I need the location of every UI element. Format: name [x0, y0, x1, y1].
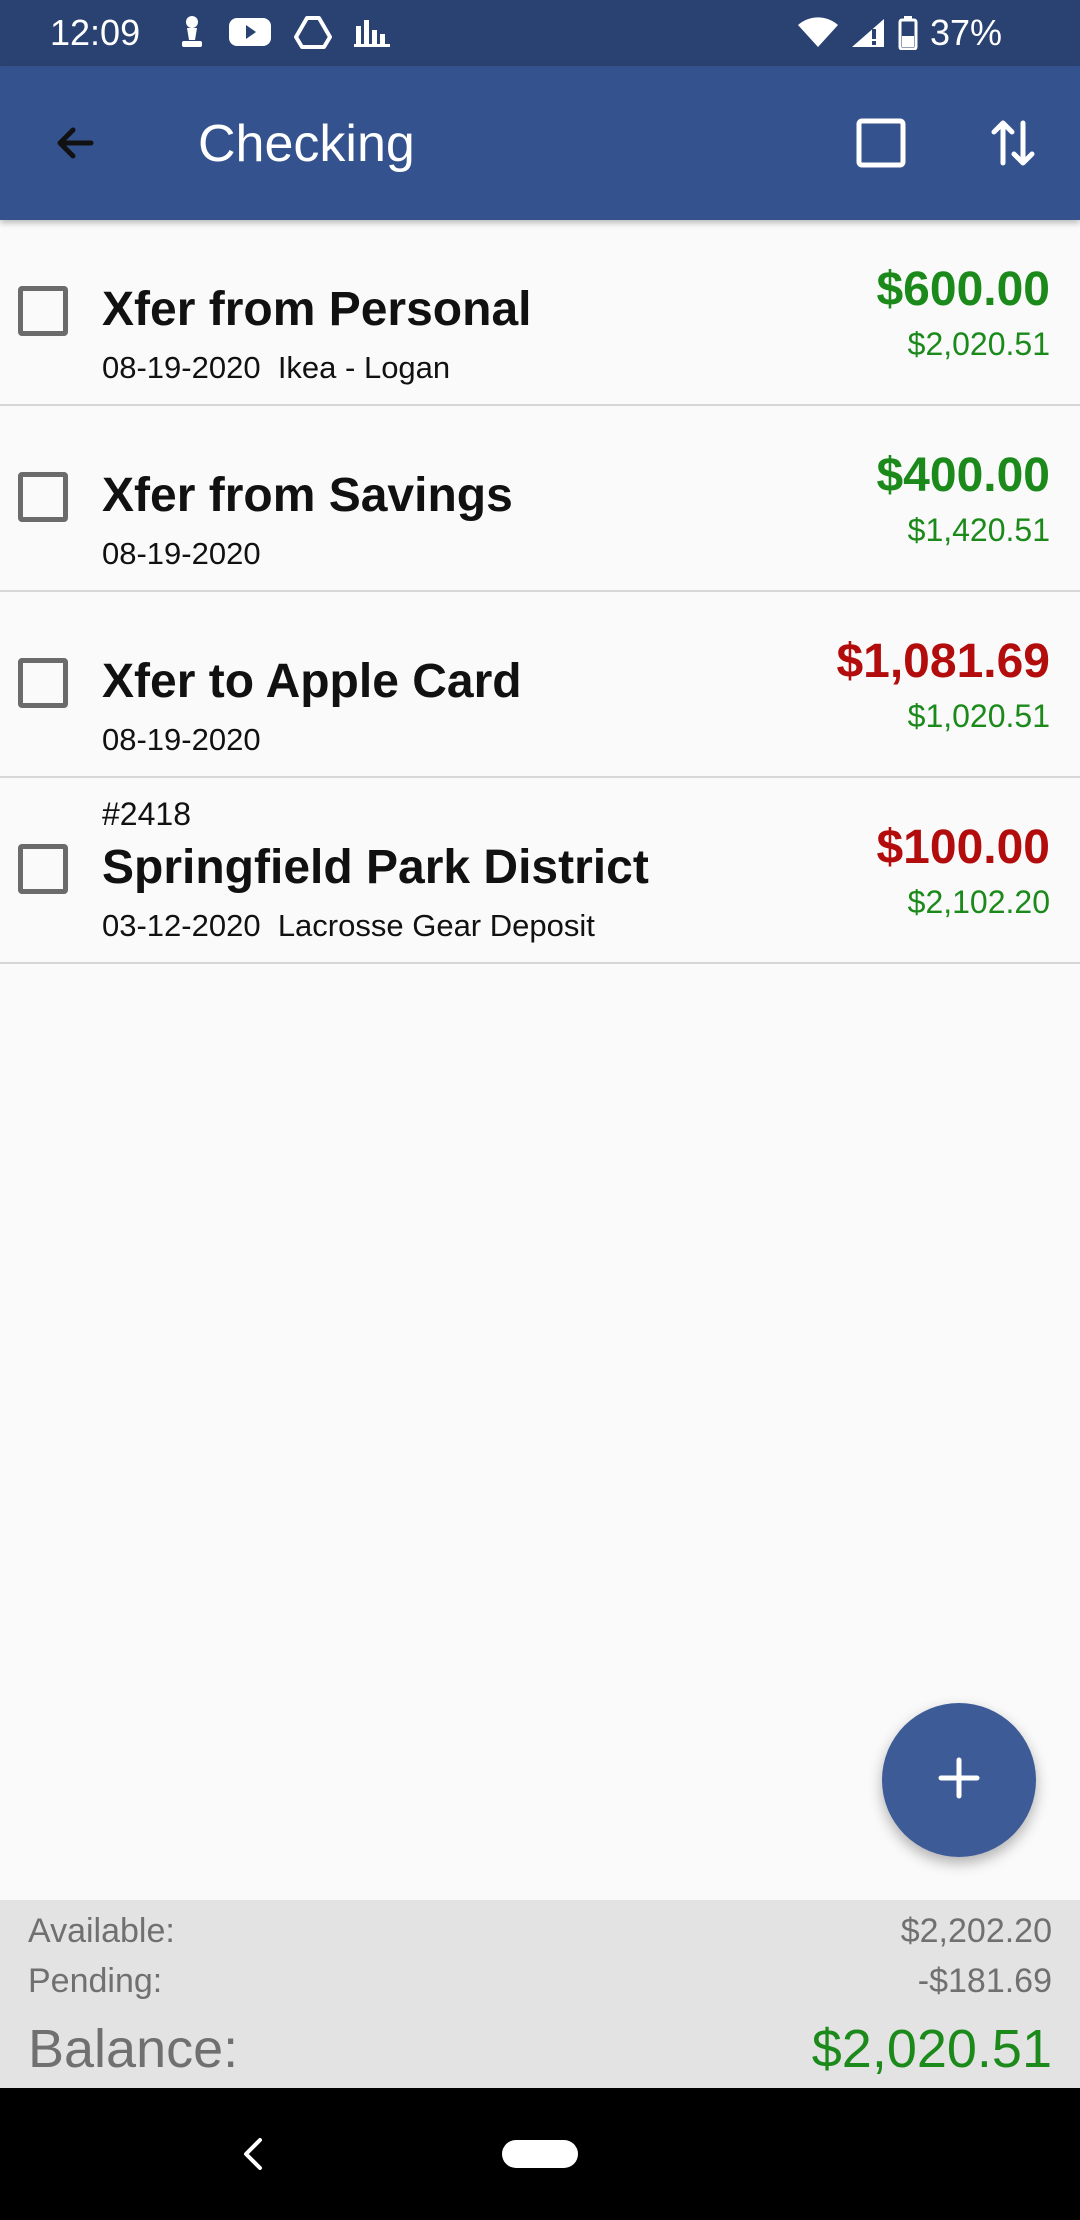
transaction-date: 08-19-2020	[102, 536, 261, 571]
transaction-list: Xfer from Personal 08-19-2020 Ikea - Log…	[0, 220, 1080, 964]
home-pill[interactable]	[502, 2140, 578, 2168]
wifi-icon	[797, 17, 838, 49]
running-balance: $2,102.20	[907, 884, 1050, 920]
balance-value: $2,020.51	[811, 2019, 1052, 2079]
pending-value: -$181.69	[917, 1962, 1052, 2000]
status-bar: 12:09 37%	[0, 0, 1080, 66]
select-all-icon[interactable]	[848, 110, 914, 176]
system-status: 37%	[797, 12, 1002, 54]
plus-icon	[935, 1754, 983, 1807]
page-title: Checking	[198, 115, 415, 173]
add-transaction-button[interactable]	[882, 1703, 1036, 1857]
balance-summary: Available: $2,202.20 Pending: -$181.69 B…	[0, 1900, 1080, 2088]
back-arrow-icon[interactable]	[42, 110, 108, 176]
system-nav-bar	[0, 2088, 1080, 2220]
pending-label: Pending:	[28, 1962, 163, 2000]
transaction-name: Xfer from Savings	[102, 469, 513, 522]
transaction-checkbox[interactable]	[18, 844, 68, 894]
status-time: 12:09	[50, 12, 141, 53]
transaction-date: 03-12-2020 Lacrosse Gear Deposit	[102, 908, 595, 943]
transaction-amount: $600.00	[876, 263, 1050, 316]
sort-icon[interactable]	[980, 110, 1046, 176]
nav-back-icon[interactable]	[224, 2126, 280, 2182]
transaction-name: Xfer to Apple Card	[102, 655, 522, 708]
transaction-row[interactable]: Xfer from Savings 08-19-2020 $400.00 $1,…	[0, 406, 1080, 592]
drive-icon	[294, 15, 332, 49]
transaction-date: 08-19-2020 Ikea - Logan	[102, 350, 451, 385]
available-value: $2,202.20	[900, 1912, 1052, 1950]
signal-icon	[850, 17, 886, 49]
transaction-row[interactable]: Xfer from Personal 08-19-2020 Ikea - Log…	[0, 220, 1080, 406]
transaction-name: Xfer from Personal	[102, 283, 532, 336]
running-balance: $1,020.51	[907, 698, 1050, 734]
transaction-memo: Ikea - Logan	[277, 350, 451, 385]
transaction-checkbox[interactable]	[18, 472, 68, 522]
transaction-name: Springfield Park District	[102, 841, 649, 894]
running-balance: $2,020.51	[907, 326, 1050, 362]
transaction-date: 08-19-2020	[102, 722, 261, 757]
transaction-memo: Lacrosse Gear Deposit	[277, 908, 595, 943]
transaction-amount: $100.00	[876, 821, 1050, 874]
youtube-icon	[228, 16, 272, 48]
transaction-checkbox[interactable]	[18, 658, 68, 708]
transaction-amount: $400.00	[876, 449, 1050, 502]
balance-label: Balance:	[28, 2019, 239, 2079]
available-label: Available:	[28, 1912, 175, 1950]
check-number: #2418	[102, 796, 191, 832]
notification-icons	[178, 14, 390, 50]
battery-icon	[898, 16, 918, 50]
running-balance: $1,420.51	[907, 512, 1050, 548]
transaction-amount: $1,081.69	[836, 635, 1050, 688]
transaction-row[interactable]: Xfer to Apple Card 08-19-2020 $1,081.69 …	[0, 592, 1080, 778]
battery-percent: 37%	[929, 12, 1002, 53]
transaction-row[interactable]: #2418 Springfield Park District 03-12-20…	[0, 778, 1080, 964]
chess-icon	[178, 14, 206, 50]
app-bar: Checking	[0, 66, 1080, 220]
transaction-checkbox[interactable]	[18, 286, 68, 336]
chart-icon	[354, 16, 390, 48]
